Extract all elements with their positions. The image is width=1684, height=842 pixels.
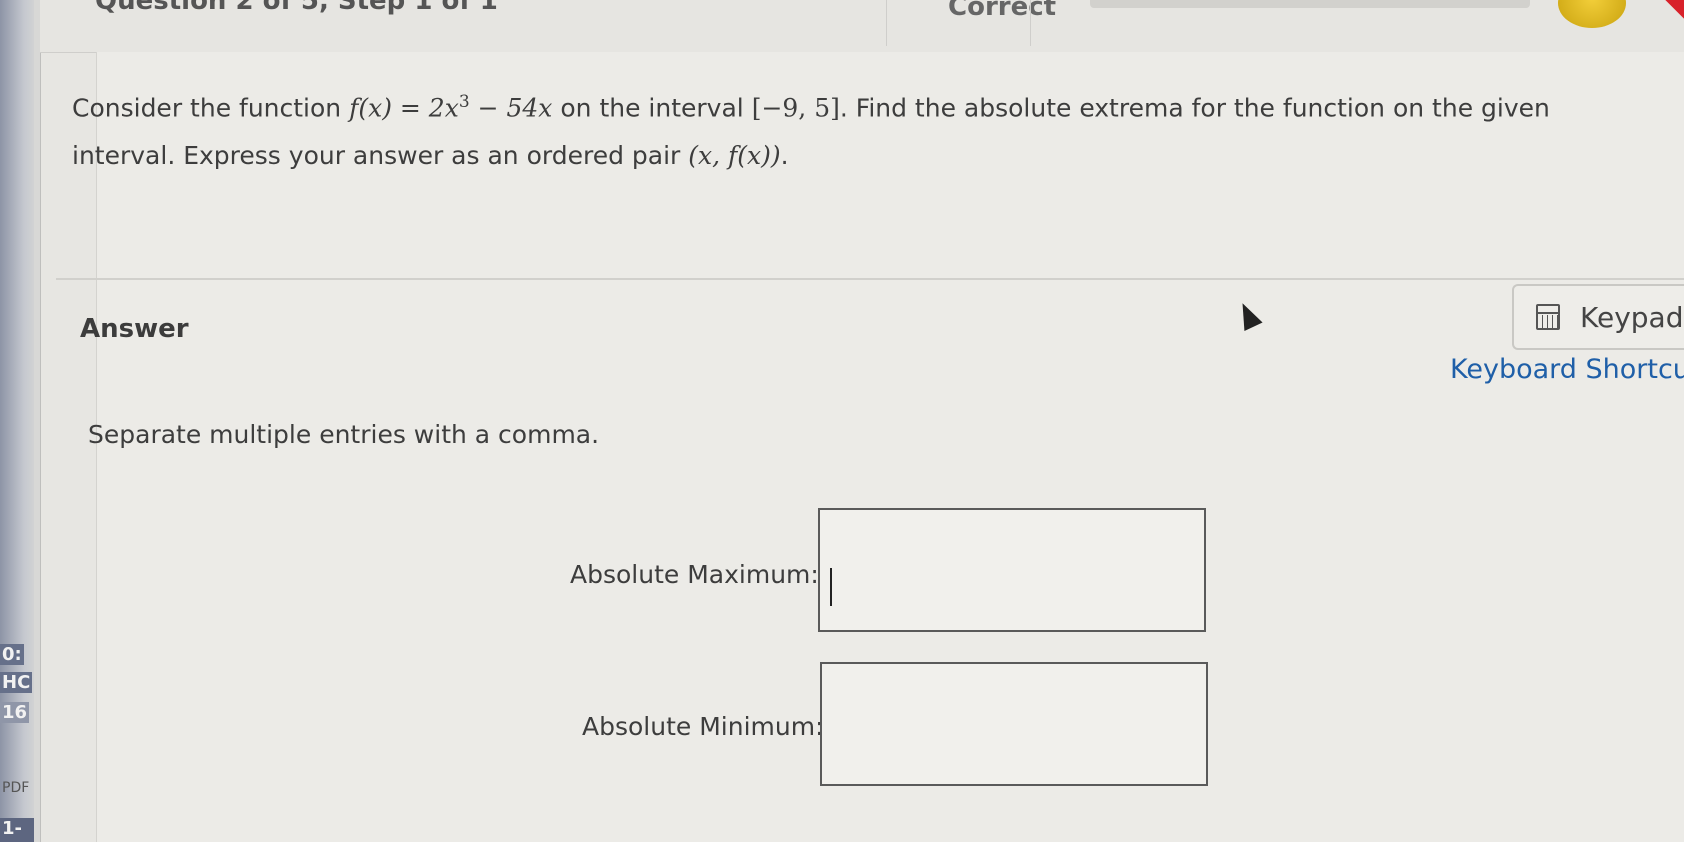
absolute-minimum-input[interactable] — [820, 662, 1208, 786]
absolute-maximum-label: Absolute Maximum: — [570, 560, 819, 589]
keypad-label: Keypad — [1580, 300, 1684, 334]
question-text: Consider the function f(x) = 2x3 − 54x o… — [72, 78, 1632, 180]
question-progress: Question 2 of 5, Step 1 of 1 — [95, 0, 498, 16]
function-expression-tail: − 54x — [469, 93, 553, 123]
window-edge — [34, 0, 41, 842]
question-header: Question 2 of 5, Step 1 of 1 Correct — [40, 0, 1684, 53]
sidebar-fragment: 16 — [0, 702, 30, 723]
section-divider — [56, 278, 1684, 280]
absolute-maximum-input[interactable] — [818, 508, 1206, 632]
calculator-icon — [1536, 304, 1560, 330]
sidebar-fragment: HC — [0, 672, 33, 693]
text-caret — [830, 568, 832, 606]
absolute-minimum-label: Absolute Minimum: — [582, 712, 824, 741]
answer-instructions: Separate multiple entries with a comma. — [88, 420, 600, 449]
heart-icon — [1659, 0, 1684, 38]
coin-icon — [1558, 0, 1626, 28]
header-divider — [1030, 0, 1031, 46]
question-end: . — [780, 141, 789, 171]
header-divider — [886, 0, 887, 46]
status-badge: Correct — [948, 0, 1057, 22]
keypad-button[interactable]: Keypad — [1512, 284, 1684, 350]
question-mid: on the interval — [552, 93, 752, 123]
keyboard-shortcuts-link[interactable]: Keyboard Shortcut — [1450, 354, 1684, 385]
ordered-pair: (x, f(x)) — [688, 141, 781, 171]
sidebar-fragment: PDF — [2, 780, 30, 796]
progress-bar — [1090, 0, 1530, 8]
answer-heading: Answer — [80, 314, 189, 344]
question-lead: Consider the function — [72, 93, 350, 123]
interval: [−9, 5] — [751, 93, 840, 123]
function-exponent: 3 — [458, 92, 470, 112]
function-expression: f(x) = 2x — [349, 93, 459, 123]
sidebar-fragment: 0: — [0, 644, 24, 665]
